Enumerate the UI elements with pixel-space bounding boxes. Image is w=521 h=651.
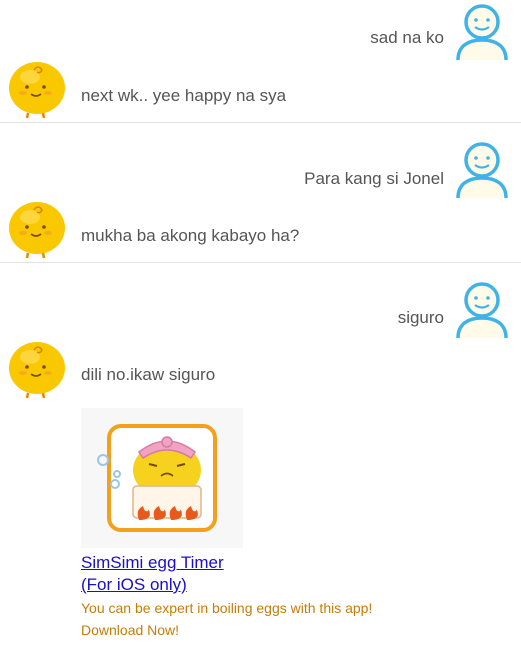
user-message: Para kang si Jonel	[304, 169, 444, 188]
ad-image[interactable]	[81, 408, 243, 548]
ad-title-link[interactable]: SimSimi egg Timer	[81, 552, 224, 574]
conversation-divider	[0, 122, 521, 123]
user-avatar-icon	[452, 2, 512, 62]
bot-message: dili no.ikaw siguro	[81, 365, 216, 384]
bot-message: mukha ba akong kabayo ha?	[81, 226, 300, 245]
ad-description: You can be expert in boiling eggs with t…	[81, 600, 373, 638]
bot-avatar-icon	[6, 57, 68, 119]
conversation-divider	[0, 262, 521, 263]
user-message: sad na ko	[370, 28, 444, 47]
user-message: siguro	[397, 308, 444, 327]
user-avatar-icon	[452, 140, 512, 200]
bot-avatar-icon	[6, 337, 68, 399]
bot-message: next wk.. yee happy na sya	[81, 86, 287, 105]
bot-avatar-icon	[6, 197, 68, 259]
ad-subtitle-link[interactable]: (For iOS only)	[81, 574, 187, 596]
egg-timer-app-icon	[81, 408, 243, 548]
user-avatar-icon	[452, 280, 512, 340]
